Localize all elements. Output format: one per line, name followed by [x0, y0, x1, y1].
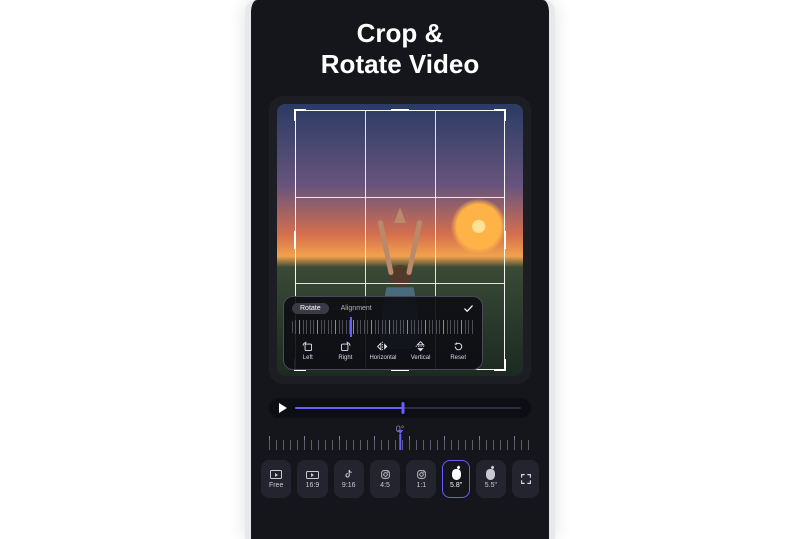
crop-handle-tr[interactable] [494, 109, 506, 121]
ratio-label: 5.8" [450, 482, 462, 489]
ratio-label: 1:1 [416, 482, 426, 489]
confirm-button[interactable] [463, 303, 474, 314]
crop-handle-mt[interactable] [391, 109, 409, 113]
ratio-label: 9:16 [342, 482, 356, 489]
instagram-icon [415, 470, 428, 480]
playback-bar [269, 398, 531, 418]
tool-label: Vertical [411, 355, 431, 361]
flip-vertical-button[interactable]: Vertical [405, 340, 437, 361]
angle-cursor[interactable] [399, 434, 401, 450]
ratio-label: 5.5" [485, 482, 497, 489]
crop-handle-br[interactable] [494, 359, 506, 371]
check-icon [463, 303, 474, 314]
ratio-label: 4:5 [380, 482, 390, 489]
ratio-label: 16:9 [306, 482, 320, 489]
ratio-5-5-inch[interactable]: 5.5" [476, 460, 506, 498]
tool-label: Horizontal [369, 355, 396, 361]
phone-frame: Crop & Rotate Video Rotat [245, 0, 555, 539]
ratio-1-1[interactable]: 1:1 [406, 460, 436, 498]
ratio-4-5[interactable]: 4:5 [370, 460, 400, 498]
video-canvas: Rotate Alignment Left Rig [269, 96, 531, 384]
tab-alignment[interactable]: Alignment [333, 303, 380, 314]
title-line-1: Crop & [357, 18, 444, 48]
rotate-left-button[interactable]: Left [292, 340, 324, 361]
seek-knob[interactable] [402, 402, 405, 414]
angle-ruler[interactable]: 0° [269, 428, 531, 452]
rotate-right-button[interactable]: Right [330, 340, 362, 361]
instagram-icon [379, 470, 392, 480]
rotate-left-icon [301, 340, 314, 353]
ratio-5-8-inch[interactable]: 5.8" [442, 460, 469, 498]
play-box-icon [270, 470, 283, 480]
flip-horizontal-button[interactable]: Horizontal [367, 340, 399, 361]
seek-track[interactable] [295, 407, 521, 409]
fullscreen-button[interactable] [512, 460, 539, 498]
tool-label: Left [303, 355, 313, 361]
flip-vertical-icon [414, 340, 427, 353]
fine-angle-ruler[interactable] [292, 320, 474, 334]
ratio-label: Free [269, 482, 283, 489]
reset-icon [452, 340, 465, 353]
ratio-9-16[interactable]: 9:16 [334, 460, 364, 498]
title-line-2: Rotate Video [321, 49, 479, 79]
rotate-right-icon [339, 340, 352, 353]
tab-rotate[interactable]: Rotate [292, 303, 329, 314]
ratio-free[interactable]: Free [261, 460, 291, 498]
play-button[interactable] [279, 403, 287, 413]
apple-icon [450, 470, 463, 480]
reset-button[interactable]: Reset [442, 340, 474, 361]
flip-horizontal-icon [376, 340, 389, 353]
seek-fill [295, 407, 403, 409]
crop-handle-mr[interactable] [502, 231, 506, 249]
rotate-panel: Rotate Alignment Left Rig [283, 296, 483, 370]
play-box-icon [306, 470, 319, 480]
crop-handle-tl[interactable] [294, 109, 306, 121]
tiktok-icon [342, 470, 355, 480]
fullscreen-icon [519, 472, 533, 486]
tool-label: Right [338, 355, 352, 361]
apple-icon [484, 470, 497, 480]
page-title: Crop & Rotate Video [251, 0, 549, 92]
ratio-16-9[interactable]: 16:9 [297, 460, 327, 498]
tool-label: Reset [450, 355, 466, 361]
aspect-ratio-bar: Free 16:9 9:16 4:5 1:1 5.8" [261, 460, 539, 498]
crop-handle-ml[interactable] [294, 231, 298, 249]
